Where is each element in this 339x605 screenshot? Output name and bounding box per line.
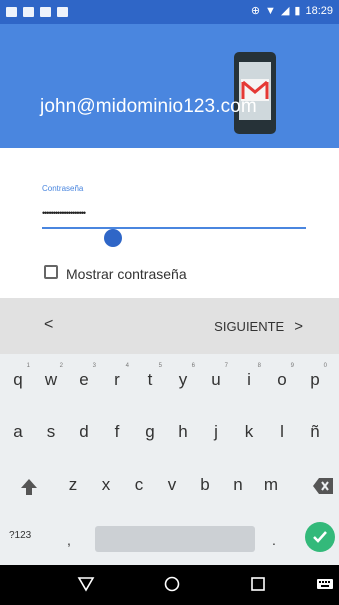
space-bar[interactable]: [95, 526, 255, 552]
key-p[interactable]: p0: [300, 363, 330, 390]
status-bar: ⊕ ▼ ◢ ▮ 18:29: [0, 0, 339, 24]
key-h[interactable]: h: [168, 422, 198, 442]
system-nav-bar: [0, 565, 339, 605]
key-b[interactable]: b: [190, 475, 220, 495]
signal-icon: ◢: [280, 5, 290, 17]
key-o[interactable]: o9: [267, 363, 297, 390]
key-z[interactable]: z: [58, 475, 88, 495]
key-hint: 8: [257, 363, 261, 369]
next-button[interactable]: SIGUIENTE >: [214, 318, 303, 335]
wifi-icon: ▼: [265, 4, 276, 17]
key-e[interactable]: e3: [69, 363, 99, 390]
key-hint: 3: [92, 363, 96, 369]
form-nav-bar: < SIGUIENTE >: [0, 298, 339, 354]
backspace-icon[interactable]: [313, 478, 333, 494]
key-hint: 1: [26, 363, 30, 369]
key-u[interactable]: u7: [201, 363, 231, 390]
phone-illustration: [234, 52, 276, 134]
account-email: john@midominio123.com: [40, 96, 257, 117]
show-password-checkbox[interactable]: [44, 265, 58, 279]
key-hint: 9: [290, 363, 294, 369]
keyboard-switch-icon[interactable]: [316, 575, 334, 593]
key-ñ[interactable]: ñ: [300, 422, 330, 442]
chevron-right-icon: >: [294, 318, 303, 335]
password-form: Contraseña •••••••••••••••••••• Mostrar …: [0, 148, 339, 298]
cursor-handle[interactable]: [104, 229, 122, 247]
key-s[interactable]: s: [36, 422, 66, 442]
password-label: Contraseña: [42, 184, 84, 193]
key-j[interactable]: j: [201, 422, 231, 442]
clock: 18:29: [305, 4, 333, 17]
key-hint: 7: [224, 363, 228, 369]
keyboard: q1w2e3r4t5y6u7i8o9p0 asdfghjklñ zxcvbnm …: [0, 354, 339, 565]
key-c[interactable]: c: [124, 475, 154, 495]
key-hint: 4: [125, 363, 129, 369]
comma-key[interactable]: ,: [67, 532, 71, 548]
key-w[interactable]: w2: [36, 363, 66, 390]
key-a[interactable]: a: [3, 422, 33, 442]
key-t[interactable]: t5: [135, 363, 165, 390]
key-hint: 6: [191, 363, 195, 369]
key-hint: 5: [158, 363, 162, 369]
key-d[interactable]: d: [69, 422, 99, 442]
done-button[interactable]: [305, 522, 335, 552]
key-y[interactable]: y6: [168, 363, 198, 390]
recents-icon[interactable]: [249, 575, 267, 593]
key-l[interactable]: l: [267, 422, 297, 442]
notification-icon: [6, 7, 17, 17]
key-i[interactable]: i8: [234, 363, 264, 390]
check-icon: [313, 531, 327, 543]
key-q[interactable]: q1: [3, 363, 33, 390]
period-key[interactable]: .: [272, 532, 276, 548]
key-g[interactable]: g: [135, 422, 165, 442]
key-hint: 0: [323, 363, 327, 369]
key-n[interactable]: n: [223, 475, 253, 495]
mail-icon: [57, 7, 68, 17]
password-underline: [42, 227, 306, 229]
vpn-icon: ⊕: [250, 5, 261, 17]
key-f[interactable]: f: [102, 422, 132, 442]
key-x[interactable]: x: [91, 475, 121, 495]
next-label: SIGUIENTE: [214, 319, 285, 334]
key-v[interactable]: v: [157, 475, 187, 495]
key-m[interactable]: m: [256, 475, 286, 495]
mail-icon: [40, 7, 51, 17]
key-r[interactable]: r4: [102, 363, 132, 390]
key-k[interactable]: k: [234, 422, 264, 442]
show-password-label[interactable]: Mostrar contraseña: [66, 266, 187, 282]
account-header: john@midominio123.com: [0, 24, 339, 148]
shift-icon[interactable]: [19, 477, 39, 497]
battery-icon: ▮: [294, 5, 301, 17]
password-input[interactable]: ••••••••••••••••••••: [42, 208, 86, 218]
notification-icon: [23, 7, 34, 17]
key-hint: 2: [59, 363, 63, 369]
notification-icons: [6, 7, 68, 17]
status-icons: ⊕ ▼ ◢ ▮ 18:29: [250, 4, 333, 18]
symbols-key[interactable]: ?123: [9, 530, 31, 541]
back-icon[interactable]: [77, 575, 95, 593]
home-icon[interactable]: [163, 575, 181, 593]
back-button[interactable]: <: [44, 316, 53, 334]
